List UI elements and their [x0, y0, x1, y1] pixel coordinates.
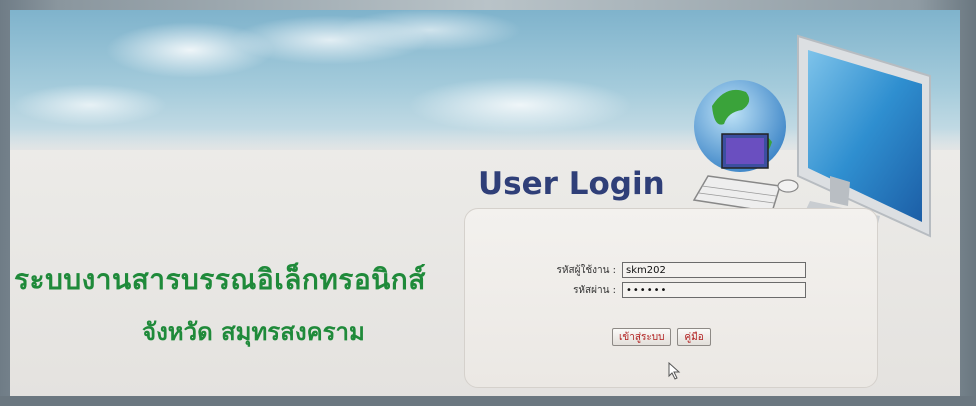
monitor-bezel-bottom — [0, 396, 976, 406]
username-label: รหัสผู้ใช้งาน : — [556, 264, 616, 276]
password-row: รหัสผ่าน : — [530, 282, 806, 298]
password-input[interactable] — [622, 282, 806, 298]
button-row: เข้าสู่ระบบ คู่มือ — [612, 328, 711, 346]
system-title: ระบบงานสารบรรณอิเล็กทรอนิกส์ — [14, 263, 426, 296]
login-heading: User Login — [478, 166, 665, 202]
manual-button[interactable]: คู่มือ — [677, 328, 711, 346]
province-title: จังหวัด สมุทรสงคราม — [142, 318, 365, 346]
login-panel — [464, 208, 878, 388]
username-input[interactable] — [622, 262, 806, 278]
username-row: รหัสผู้ใช้งาน : — [530, 262, 806, 278]
password-label: รหัสผ่าน : — [573, 284, 616, 296]
mouse-cursor-icon — [668, 362, 681, 380]
login-button[interactable]: เข้าสู่ระบบ — [612, 328, 672, 346]
